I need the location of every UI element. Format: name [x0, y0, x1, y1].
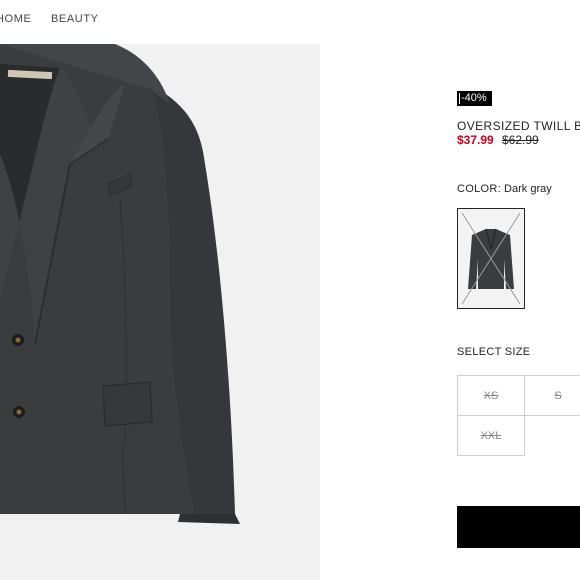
color-value: Dark gray: [504, 183, 552, 195]
blazer-photo: [0, 44, 320, 580]
nav-item-beauty[interactable]: BEAUTY: [51, 13, 99, 25]
product-title: OVERSIZED TWILL B: [457, 119, 580, 133]
nav-item-home[interactable]: HOME: [0, 13, 31, 25]
swatch-thumbnail: [458, 209, 524, 308]
product-image[interactable]: [0, 44, 320, 580]
color-label: COLOR:: [457, 183, 501, 195]
original-price: $62.99: [502, 133, 539, 147]
select-size-title: SELECT SIZE: [457, 346, 531, 358]
add-to-bag-button[interactable]: [457, 506, 580, 548]
color-swatch-dark-gray[interactable]: [457, 208, 525, 309]
size-option-s[interactable]: S: [524, 375, 580, 416]
size-option-xxl[interactable]: XXL: [457, 415, 525, 456]
discount-badge: -40%: [457, 91, 492, 106]
color-info: COLOR: Dark gray: [457, 183, 552, 195]
sale-price: $37.99: [457, 133, 494, 147]
top-navigation: HOME BEAUTY: [0, 0, 580, 40]
size-option-xs[interactable]: XS: [457, 375, 525, 416]
